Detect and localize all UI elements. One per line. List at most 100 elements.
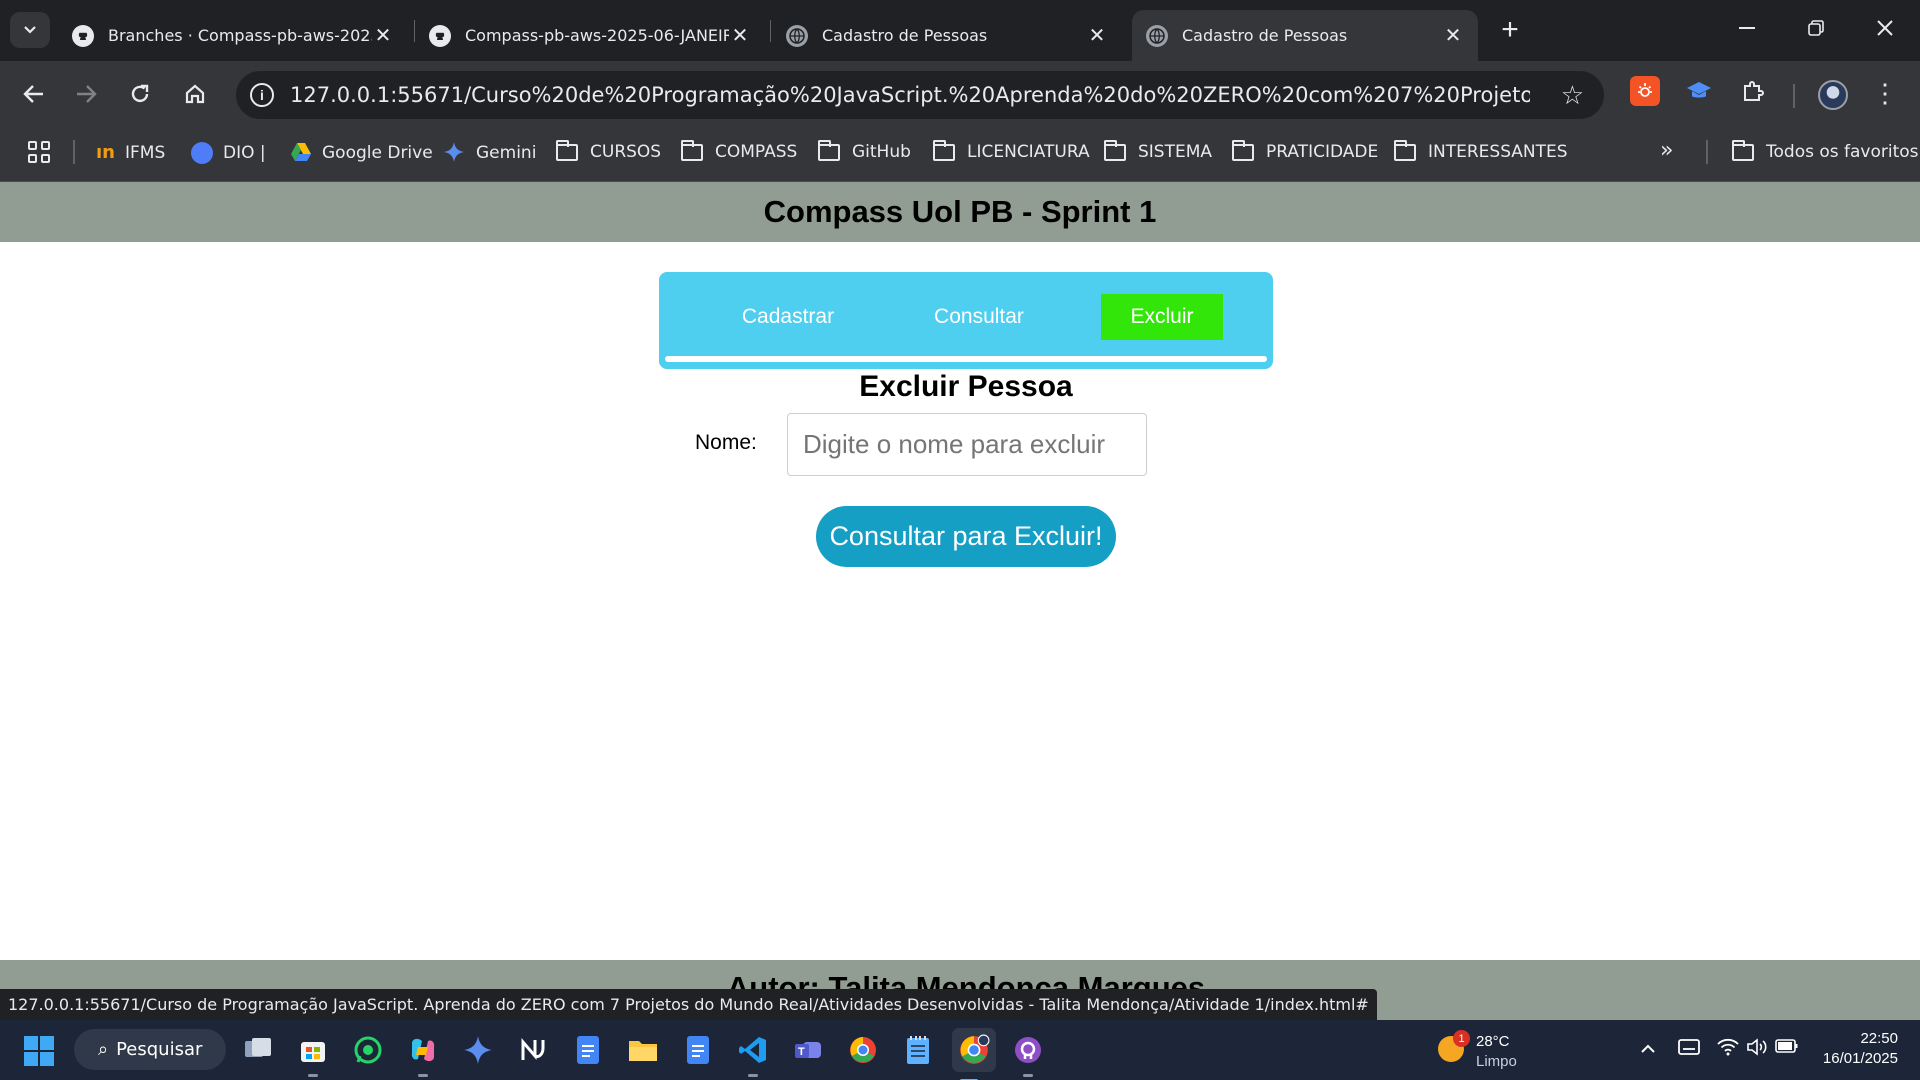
chrome-icon[interactable]: [846, 1033, 880, 1067]
extensions-puzzle-icon[interactable]: [1738, 76, 1768, 106]
tab-cadastro-1[interactable]: Cadastro de Pessoas ✕: [772, 10, 1122, 61]
restore-icon: [1808, 20, 1824, 36]
windows-taskbar: ⌕ Pesquisar T 1 28°C Limpo 22:50 16/01/2…: [0, 1020, 1920, 1080]
wifi-icon[interactable]: [1717, 1038, 1739, 1061]
reload-button[interactable]: [120, 74, 160, 114]
tab-title: Cadastro de Pessoas: [1182, 26, 1348, 45]
bookmark-google-drive[interactable]: Google Drive: [290, 142, 433, 164]
google-docs-icon[interactable]: [681, 1033, 715, 1067]
running-indicator: [308, 1074, 318, 1077]
all-bookmarks[interactable]: Todos os favoritos: [1732, 139, 1919, 162]
windows-start-icon[interactable]: [24, 1036, 54, 1066]
menu-consultar[interactable]: Consultar: [914, 294, 1044, 340]
folder-icon: [1232, 139, 1254, 161]
back-button[interactable]: [14, 74, 54, 114]
bookmark-interessantes[interactable]: INTERESSANTES: [1394, 139, 1568, 162]
extension-graduation-icon[interactable]: [1684, 76, 1714, 106]
folder-icon: [556, 139, 578, 161]
bookmarks-divider: [73, 140, 75, 164]
google-docs-icon[interactable]: [571, 1033, 605, 1067]
address-bar[interactable]: i 127.0.0.1:55671/Curso%20de%20Programaç…: [236, 71, 1604, 119]
tab-branches[interactable]: Branches · Compass-pb-aws-2025 ✕: [58, 10, 408, 61]
close-window-button[interactable]: [1862, 10, 1908, 46]
copilot-icon[interactable]: [406, 1033, 440, 1077]
bookmark-label: DIO |: [223, 143, 266, 163]
close-tab-icon[interactable]: ✕: [1442, 25, 1464, 47]
bookmark-label: Google Drive: [322, 143, 433, 163]
show-hidden-icons-icon[interactable]: [1640, 1038, 1656, 1059]
file-explorer-icon[interactable]: [626, 1033, 660, 1067]
toolbar-divider: [1793, 84, 1795, 108]
consult-to-delete-button[interactable]: Consultar para Excluir!: [816, 506, 1116, 567]
running-indicator: [748, 1074, 758, 1077]
teams-icon[interactable]: T: [791, 1033, 825, 1067]
menu-cadastrar[interactable]: Cadastrar: [723, 294, 853, 340]
bookmark-label: IFMS: [124, 143, 166, 163]
gemini-icon[interactable]: [461, 1033, 495, 1067]
bookmark-label: CURSOS: [590, 142, 662, 162]
close-tab-icon[interactable]: ✕: [1086, 25, 1108, 47]
bookmark-ifms[interactable]: ın IFMS: [96, 142, 165, 164]
bookmark-label: LICENCIATURA: [967, 142, 1090, 162]
tab-cadastro-active[interactable]: Cadastro de Pessoas ✕: [1132, 10, 1478, 61]
menu-underline: [665, 356, 1267, 362]
running-indicator: [1023, 1074, 1033, 1077]
bookmarks-overflow-button[interactable]: »: [1660, 138, 1673, 163]
weather-badge: 1: [1453, 1030, 1470, 1047]
github-desktop-icon[interactable]: [1011, 1033, 1045, 1077]
close-tab-icon[interactable]: ✕: [729, 25, 751, 47]
taskbar-search[interactable]: ⌕ Pesquisar: [74, 1029, 226, 1070]
bookmark-licenciatura[interactable]: LICENCIATURA: [933, 139, 1090, 162]
vscode-icon[interactable]: [736, 1033, 770, 1077]
bookmark-praticidade[interactable]: PRATICIDADE: [1232, 139, 1379, 162]
minimize-button[interactable]: [1724, 10, 1770, 46]
weather-condition: Limpo: [1476, 1053, 1517, 1070]
site-info-icon[interactable]: i: [250, 83, 274, 107]
folder-icon: [1394, 139, 1416, 161]
search-icon: ⌕: [98, 1039, 109, 1060]
chrome-profile-icon[interactable]: [952, 1028, 996, 1080]
name-input[interactable]: [787, 413, 1147, 476]
bookmark-compass[interactable]: COMPASS: [681, 139, 798, 162]
browser-toolbar: i 127.0.0.1:55671/Curso%20de%20Programaç…: [0, 61, 1920, 127]
bookmark-dio[interactable]: DIO |: [191, 142, 266, 164]
tab-compass-repo[interactable]: Compass-pb-aws-2025-06-JANEIR ✕: [415, 10, 765, 61]
profile-avatar[interactable]: [1818, 80, 1848, 110]
forward-button[interactable]: [66, 74, 106, 114]
minimize-icon: [1739, 27, 1755, 29]
page-header: Compass Uol PB - Sprint 1: [0, 182, 1920, 242]
tab-search-button[interactable]: [10, 12, 50, 48]
status-bar-url: 127.0.0.1:55671/Curso de Programação Jav…: [0, 989, 1377, 1020]
menu-excluir[interactable]: Excluir: [1101, 294, 1223, 340]
apps-grid-icon[interactable]: [28, 141, 50, 163]
bookmark-cursos[interactable]: CURSOS: [556, 139, 662, 162]
weather-widget[interactable]: 1 28°C Limpo: [1438, 1028, 1538, 1072]
tab-strip: Branches · Compass-pb-aws-2025 ✕ Compass…: [0, 0, 1920, 61]
bookmark-gemini[interactable]: Gemini: [444, 142, 536, 164]
notepad-icon[interactable]: [901, 1033, 935, 1067]
bookmark-github[interactable]: GitHub: [818, 139, 911, 162]
keyboard-icon[interactable]: [1678, 1038, 1700, 1061]
battery-icon[interactable]: [1775, 1038, 1799, 1059]
github-icon: [429, 24, 451, 47]
bookmark-label: COMPASS: [715, 142, 798, 162]
url-text[interactable]: 127.0.0.1:55671/Curso%20de%20Programação…: [290, 83, 1530, 107]
new-tab-button[interactable]: +: [1494, 13, 1526, 46]
bookmark-sistema[interactable]: SISTEMA: [1104, 139, 1212, 162]
bookmark-star-icon[interactable]: ☆: [1561, 80, 1584, 111]
arrow-left-icon: [23, 85, 43, 103]
microsoft-store-icon[interactable]: [296, 1033, 330, 1077]
notion-icon[interactable]: [516, 1033, 550, 1067]
home-button[interactable]: [175, 74, 215, 114]
restore-button[interactable]: [1793, 10, 1839, 46]
svg-text:T: T: [798, 1046, 805, 1058]
whatsapp-icon[interactable]: [351, 1033, 385, 1067]
kebab-menu-icon[interactable]: ⋮: [1872, 78, 1898, 109]
task-view-icon[interactable]: [241, 1033, 275, 1067]
extension-sun-icon[interactable]: [1630, 76, 1660, 106]
system-clock[interactable]: 22:50 16/01/2025: [1808, 1029, 1898, 1069]
volume-icon[interactable]: [1746, 1038, 1768, 1061]
tab-title: Branches · Compass-pb-aws-2025: [108, 26, 372, 45]
bookmark-label: PRATICIDADE: [1266, 142, 1379, 162]
close-tab-icon[interactable]: ✕: [372, 25, 394, 47]
